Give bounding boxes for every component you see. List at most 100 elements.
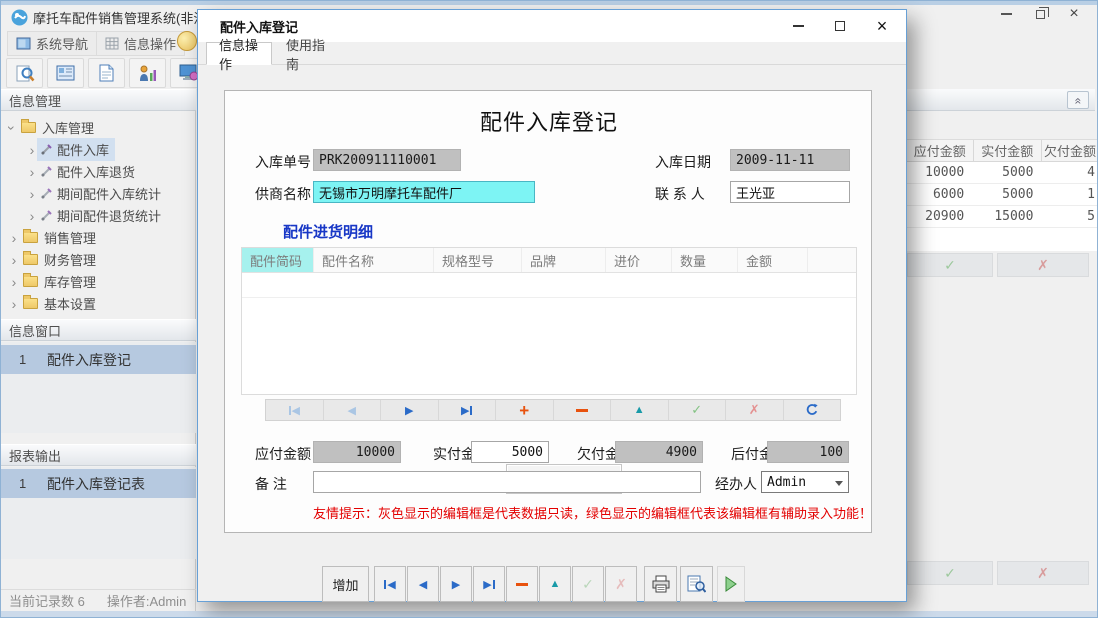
hint-text: 友情提示：灰色显示的编辑框是代表数据只读，绿色显示的编辑框代表该编辑框有辅助录入… [313, 503, 872, 522]
paid-input[interactable] [471, 441, 549, 463]
footer-edit-button[interactable]: ▲ [539, 566, 571, 602]
footer-prior-button[interactable]: ◀ [407, 566, 439, 602]
tree-item-stockin-returns[interactable]: › 配件入库退货 [1, 161, 195, 182]
nav-prior-button[interactable]: ◀ [324, 400, 382, 420]
minimize-button[interactable] [989, 3, 1023, 25]
section-header-report-output[interactable]: 报表输出 [1, 444, 196, 466]
print-button[interactable] [644, 566, 677, 602]
person-chart-icon [138, 65, 157, 82]
search-toolbar-button[interactable] [6, 58, 43, 88]
column-header-code[interactable]: 配件简码 [242, 248, 314, 272]
remark-label: 备 注 [255, 474, 287, 494]
column-header[interactable]: 欠付金额 [1042, 140, 1098, 161]
bg-cancel-button-2[interactable]: ✗ [997, 561, 1089, 585]
contact-input[interactable] [730, 181, 850, 203]
print-preview-button[interactable] [680, 566, 713, 602]
footer-post-button[interactable]: ✓ [572, 566, 604, 602]
add-button[interactable]: 增加 [322, 566, 369, 602]
column-header-amount[interactable]: 金额 [738, 248, 808, 272]
supplier-field[interactable]: 无锡市万明摩托车配件厂 [313, 181, 535, 203]
tree-item-basic-settings[interactable]: › 基本设置 [1, 293, 195, 314]
table-row[interactable]: 6000 5000 1 [907, 184, 1098, 206]
dialog-maximize-button[interactable] [824, 14, 856, 38]
execute-button[interactable] [717, 566, 745, 602]
nav-cancel-button[interactable]: ✗ [726, 400, 784, 420]
minimize-icon [1001, 13, 1012, 15]
dialog-tab-user-guide[interactable]: 使用指南 [274, 42, 344, 65]
contact-label: 联 系 人 [655, 184, 705, 204]
operator-label: 操作者:Admin [107, 591, 186, 610]
collapse-panel-button[interactable]: « [1067, 91, 1089, 109]
tree-item-stockin-mgmt[interactable]: › 入库管理 [1, 117, 195, 138]
chevron-up-double-icon: « [1071, 98, 1085, 103]
tree-item-parts-stockin[interactable]: › 配件入库 [1, 139, 195, 160]
stockin-dialog: 配件入库登记 × 信息操作 使用指南 配件入库登记 入库单号 PRK200911… [197, 9, 907, 602]
nav-delete-button[interactable] [554, 400, 612, 420]
chevron-down-icon: › [5, 123, 19, 133]
chevron-right-icon: › [27, 165, 37, 179]
tab-label: 信息操作 [124, 34, 176, 53]
nav-next-button[interactable]: ▶ [381, 400, 439, 420]
handler-select[interactable]: Admin [761, 471, 849, 493]
refresh-icon [805, 403, 819, 417]
remark-input[interactable] [313, 471, 701, 493]
column-header-brand[interactable]: 品牌 [522, 248, 606, 272]
operator-button[interactable] [129, 58, 166, 88]
nav-first-button[interactable]: ◀ [266, 400, 324, 420]
nav-insert-button[interactable]: + [496, 400, 554, 420]
tab-system-navigation[interactable]: 系统导航 [7, 31, 97, 56]
footer-last-button[interactable]: ▶ [473, 566, 505, 602]
bg-post-button[interactable]: ✓ [907, 253, 993, 277]
bg-post-button-2[interactable]: ✓ [907, 561, 993, 585]
card-view-button[interactable] [47, 58, 84, 88]
column-header-name[interactable]: 配件名称 [314, 248, 434, 272]
nav-post-button[interactable]: ✓ [669, 400, 727, 420]
restore-button[interactable] [1023, 3, 1057, 25]
nav-refresh-button[interactable] [784, 400, 841, 420]
chevron-right-icon: › [9, 231, 19, 245]
cross-icon: ✗ [615, 576, 627, 593]
owed-field: 4900 [615, 441, 703, 463]
tool-icon [40, 165, 53, 178]
window-bottom-border [1, 611, 1098, 618]
section-header-info-window[interactable]: 信息窗口 [1, 319, 196, 341]
handler-label: 经办人 [715, 474, 757, 494]
table-row[interactable]: 10000 5000 4 [907, 162, 1098, 184]
check-icon: ✓ [691, 402, 702, 418]
bg-cancel-button[interactable]: ✗ [997, 253, 1089, 277]
column-header-spec[interactable]: 规格型号 [434, 248, 522, 272]
tab-info-operations[interactable]: 信息操作 [96, 31, 185, 56]
last-record-icon [493, 580, 495, 589]
column-header-qty[interactable]: 数量 [672, 248, 738, 272]
nav-last-button[interactable]: ▶ [439, 400, 497, 420]
cross-icon: ✗ [1037, 257, 1049, 274]
tree-item-sales-mgmt[interactable]: › 销售管理 [1, 227, 195, 248]
document-button[interactable] [88, 58, 125, 88]
play-icon [724, 576, 738, 592]
chevron-right-icon: › [9, 253, 19, 267]
footer-next-button[interactable]: ▶ [440, 566, 472, 602]
dialog-minimize-button[interactable] [782, 14, 814, 38]
footer-delete-button[interactable] [506, 566, 538, 602]
navigation-icon [16, 37, 31, 50]
detail-table-title: 配件进货明细 [283, 221, 373, 242]
tree-item-period-return-stats[interactable]: › 期间配件退货统计 [1, 205, 195, 226]
footer-cancel-button[interactable]: ✗ [605, 566, 637, 602]
report-list-item-stockin-form[interactable]: 1 配件入库登记表 [1, 469, 196, 498]
table-row[interactable]: 20900 15000 5 [907, 206, 1098, 228]
column-header-price[interactable]: 进价 [606, 248, 672, 272]
section-header-info-mgmt[interactable]: 信息管理 [1, 89, 196, 111]
close-button[interactable]: × [1057, 3, 1091, 25]
column-header[interactable]: 实付金额 [974, 140, 1042, 161]
window-list-item-stockin[interactable]: 1 配件入库登记 [1, 345, 196, 374]
tree-item-finance-mgmt[interactable]: › 财务管理 [1, 249, 195, 270]
footer-first-button[interactable]: ◀ [374, 566, 406, 602]
nav-edit-button[interactable]: ▲ [611, 400, 669, 420]
tree-item-inventory-mgmt[interactable]: › 库存管理 [1, 271, 195, 292]
document-icon [99, 64, 114, 82]
dialog-close-button[interactable]: × [866, 14, 898, 38]
column-header[interactable]: 应付金额 [907, 140, 974, 161]
plus-icon: + [519, 402, 529, 419]
tree-item-period-stockin-stats[interactable]: › 期间配件入库统计 [1, 183, 195, 204]
dialog-tab-info-ops[interactable]: 信息操作 [206, 42, 272, 65]
